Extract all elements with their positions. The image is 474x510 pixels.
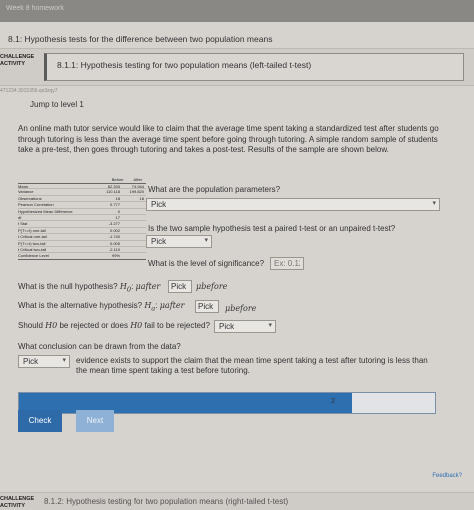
conclusion-text: evidence exists to support the claim tha… [76, 356, 428, 375]
chevron-down-icon: ▾ [432, 200, 436, 207]
after-value [120, 234, 146, 239]
reject-before: Should [18, 321, 43, 330]
before-value: 0 [117, 208, 120, 214]
activity-title: 8.1.1: Hypothesis testing for two popula… [44, 53, 464, 81]
next-button[interactable]: Next [76, 410, 114, 432]
null-mu-before: μbefore [196, 282, 228, 291]
row-label: Mean [18, 184, 29, 189]
alt-hypothesis-dropdown[interactable]: Pick [195, 300, 219, 313]
question-null-hypothesis: What is the null hypothesis? H0: μafter [18, 282, 160, 294]
next-challenge-activity[interactable]: CHALLENGE ACTIVITY 8.1.2: Hypothesis tes… [0, 492, 474, 510]
challenge2-title: 8.1.2: Hypothesis testing for two popula… [44, 497, 289, 506]
null-h-letter: H [119, 282, 127, 291]
alt-h: Ha [144, 301, 155, 313]
null-mu-after: μafter [135, 282, 161, 291]
alt-prefix: What is the alternative hypothesis? [18, 301, 143, 310]
challenge-activity-header: CHALLENGE ACTIVITY 8.1.1: Hypothesis tes… [0, 48, 474, 86]
chevron-down-icon: ▾ [62, 357, 66, 364]
challenge-tag: CHALLENGE ACTIVITY [0, 54, 35, 67]
after-value [120, 202, 146, 207]
after-value [120, 247, 146, 252]
parameters-value: Pick [151, 200, 167, 209]
reject-mid: be rejected or does [59, 321, 128, 330]
after-value: 199.820 [129, 189, 144, 195]
test-type-dropdown[interactable]: Pick ▾ [146, 235, 212, 248]
row-label: df [18, 214, 22, 220]
activity-id: 471234.3015356.qx3zqy7 [0, 88, 58, 94]
before-value: 17 [115, 214, 120, 220]
chevron-down-icon: ▾ [204, 237, 208, 244]
parameters-dropdown[interactable]: Pick ▾ [146, 198, 440, 211]
reject-after: fail to be rejected? [144, 321, 210, 330]
test-type-value: Pick [151, 237, 167, 246]
chevron-down-icon: ▾ [268, 322, 272, 329]
jump-to-level[interactable]: Jump to level 1 [30, 100, 84, 109]
check-button[interactable]: Check [18, 410, 62, 432]
before-value: 0.005 [109, 240, 120, 246]
conclusion-dropdown[interactable]: Pick ▾ [18, 355, 70, 368]
question-test-type: Is the two sample hypothesis test a pair… [148, 224, 395, 233]
after-value: 74.944 [131, 184, 144, 189]
after-value [120, 221, 146, 226]
before-value: 99% [111, 253, 120, 259]
before-value: 0.777 [109, 202, 120, 208]
row-label: Observations [18, 195, 42, 201]
before-value: -1.740 [108, 234, 120, 240]
significance-input[interactable] [270, 257, 304, 270]
row-label: t Critical two-tail [18, 246, 47, 252]
after-value: 18 [139, 195, 144, 201]
before-value: 110.118 [106, 189, 120, 195]
reject-h0: H0 [45, 321, 58, 330]
question-alt-hypothesis: What is the alternative hypothesis? Ha: … [18, 301, 184, 313]
row-label: P(T<=t) one-tail [18, 227, 46, 233]
after-value [120, 209, 146, 214]
null-hypothesis-dropdown[interactable]: Pick [168, 280, 192, 293]
problem-statement: An online math tutor service would like … [18, 124, 439, 154]
statistics-table: Before After Mean 82.333 74.944 Variance 110… [18, 177, 146, 260]
alt-colon: : [155, 301, 158, 310]
before-value: 0.002 [109, 227, 120, 233]
alt-value: Pick [198, 302, 214, 311]
test-type-text: Is the two sample hypothesis test a pair… [148, 224, 396, 233]
reject-value: Pick [219, 322, 235, 331]
header-before: Before [111, 177, 124, 182]
table-row: Confidence Level 99% [18, 253, 146, 260]
row-label: Confidence Level [18, 253, 49, 259]
after-value [120, 241, 146, 246]
null-prefix: What is the null hypothesis? [18, 282, 118, 291]
challenge2-tag: CHALLENGE ACTIVITY [0, 496, 35, 509]
row-label: t Stat [18, 221, 28, 227]
top-bar: Week 8 homework [0, 0, 474, 22]
feedback-link[interactable]: Feedback? [432, 473, 462, 479]
row-label: t Critical one-tail [18, 234, 47, 240]
null-colon: : [131, 282, 134, 291]
alt-mu-before: μbefore [225, 304, 257, 313]
progress-fill [19, 393, 352, 413]
reject-dropdown[interactable]: Pick ▾ [214, 320, 276, 333]
after-value [120, 253, 146, 258]
question-parameters: What are the population parameters? [148, 185, 281, 194]
after-value [120, 228, 146, 233]
before-value: 82.333 [107, 184, 120, 189]
topbar-text: Week 8 homework [6, 5, 64, 12]
question-conclusion: What conclusion can be drawn from the da… [18, 342, 181, 351]
header-after: After [133, 177, 142, 182]
row-label: Pearson Correlation [18, 202, 54, 208]
before-value: -3.277 [108, 221, 120, 227]
null-h: H0 [119, 282, 131, 294]
row-label: P(T<=t) two-tail [18, 240, 46, 246]
progress-count: 2 [331, 398, 335, 405]
before-value: -2.110 [108, 246, 120, 252]
question-significance: What is the level of significance? [148, 259, 265, 268]
row-label: Hypothesized Mean Difference [18, 208, 73, 214]
question-reject: Should H0 be rejected or does H0 fail to… [18, 321, 210, 330]
null-value: Pick [171, 282, 187, 291]
after-value [120, 215, 146, 220]
conclusion-value: Pick [23, 357, 39, 366]
before-value: 18 [115, 195, 120, 201]
alt-mu-after: μafter [159, 301, 185, 310]
reject-h0b: H0 [130, 321, 143, 330]
row-label: Variance [18, 189, 34, 195]
